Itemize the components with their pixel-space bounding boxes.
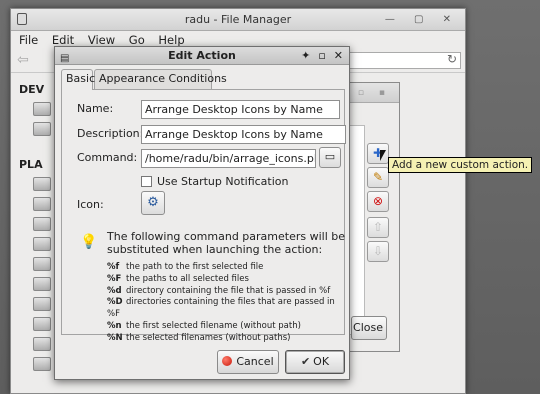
cancel-icon [222, 356, 233, 366]
param-code: %n [107, 320, 122, 331]
dialog-titlebar[interactable]: ▤ Edit Action ✦ ▫ ✕ [55, 47, 349, 65]
file-manager-titlebar[interactable]: radu - File Manager — ▢ ✕ [11, 9, 465, 31]
ok-check-icon: ✔ [300, 355, 311, 368]
dialog-window-controls: ✦ ▫ ✕ [293, 47, 343, 65]
sidebar-places-header: PLA [19, 158, 43, 171]
close-icon[interactable]: ✕ [334, 49, 343, 62]
icon-label: Icon: [77, 198, 104, 211]
param-code: %f [107, 262, 120, 272]
command-field[interactable]: /home/radu/bin/arrage_icons.pl [141, 149, 316, 168]
dialog-app-icon: ▤ [60, 53, 70, 64]
param-code: %D [107, 297, 123, 308]
param-desc: directories containing the files that ar… [107, 297, 335, 320]
sidebar-devices-header: DEV [19, 83, 45, 96]
file-manager-title: radu - File Manager [184, 13, 292, 26]
parameter-row: %D directories containing the files that … [107, 297, 344, 321]
edit-action-dialog: ▤ Edit Action ✦ ▫ ✕ Basic Appearance Condi… [54, 46, 350, 380]
param-code: %N [107, 332, 123, 343]
mouse-cursor-icon [380, 150, 386, 161]
ok-button[interactable]: ✔ OK [285, 350, 345, 374]
move-down-icon[interactable]: ⇩ [367, 241, 389, 262]
basic-tab-panel: Name: Arrange Desktop Icons by Name Desc… [61, 89, 346, 343]
param-desc: the paths to all selected files [126, 273, 249, 284]
back-arrow-icon[interactable]: ⇦ [17, 52, 29, 68]
icon-chooser-button[interactable]: ⚙ [141, 191, 165, 215]
folder-icon[interactable] [33, 277, 51, 291]
file-manager-app-icon [17, 13, 27, 25]
folder-icon[interactable] [33, 337, 51, 351]
param-code: %F [107, 273, 122, 284]
parameter-row: %n the first selected filename (without p… [107, 321, 344, 333]
move-up-icon[interactable]: ⇧ [367, 217, 389, 238]
dialog-title: Edit Action [168, 49, 236, 62]
home-folder-icon[interactable] [33, 177, 51, 191]
drive-icon[interactable] [33, 102, 51, 116]
folder-icon[interactable] [33, 237, 51, 251]
folder-icon[interactable] [33, 197, 51, 211]
info-text: The following command parameters will be… [107, 230, 346, 256]
checkbox-box[interactable] [141, 176, 152, 187]
param-desc: the selected filenames (without paths) [126, 332, 291, 343]
window-controls[interactable]: — ▢ ✕ [385, 9, 459, 31]
description-field[interactable]: Arrange Desktop Icons by Name [141, 125, 346, 144]
folder-icon[interactable] [33, 357, 51, 371]
folder-icon[interactable] [33, 317, 51, 331]
ok-label: OK [313, 355, 330, 368]
param-desc: directory containing the file that is pa… [126, 285, 331, 296]
folder-icon[interactable] [33, 297, 51, 311]
maximize-icon[interactable]: ▫ [318, 49, 325, 62]
param-desc: the first selected filename (without pat… [126, 320, 301, 331]
parameter-row: %F the paths to all selected files [107, 274, 344, 286]
description-label: Description: [77, 127, 144, 140]
menu-go[interactable]: Go [129, 33, 145, 47]
parameter-row: %N the selected filenames (without paths) [107, 333, 344, 345]
info-bulb-icon: 💡 [80, 234, 98, 250]
delete-action-icon[interactable]: ⊗ [367, 191, 389, 212]
tab-appearance-conditions[interactable]: Appearance Conditions [94, 69, 227, 89]
reload-icon[interactable]: ↻ [447, 52, 457, 66]
folder-icon[interactable] [33, 257, 51, 271]
browse-folder-icon[interactable]: ▭ [319, 147, 341, 168]
param-desc: the path to the first selected file [126, 262, 264, 272]
cancel-label: Cancel [236, 355, 274, 368]
name-field[interactable]: Arrange Desktop Icons by Name [141, 100, 340, 119]
cancel-button[interactable]: Cancel [217, 350, 279, 374]
menu-view[interactable]: View [88, 33, 115, 47]
drive-icon[interactable] [33, 122, 51, 136]
trash-icon[interactable] [33, 217, 51, 231]
pin-icon[interactable]: ✦ [301, 49, 310, 62]
parameters-list: %f the path to the first selected file %F… [107, 262, 344, 345]
startup-notification-checkbox[interactable]: Use Startup Notification [141, 175, 288, 188]
sidebar: DEV PLA [17, 81, 53, 389]
param-code: %d [107, 285, 122, 296]
menu-edit[interactable]: Edit [52, 33, 74, 47]
tab-basic[interactable]: Basic [61, 69, 95, 90]
location-bar[interactable] [341, 52, 461, 69]
tooltip: Add a new custom action. [388, 157, 533, 173]
parameter-row: %f the path to the first selected file [107, 262, 344, 274]
close-button[interactable]: Close [351, 316, 387, 340]
startup-notification-label: Use Startup Notification [157, 175, 289, 188]
menu-file[interactable]: File [19, 33, 38, 47]
parameter-row: %d directory containing the file that is … [107, 286, 344, 298]
menu-help[interactable]: Help [158, 33, 184, 47]
name-label: Name: [77, 102, 114, 115]
command-label: Command: [77, 151, 138, 164]
edit-action-icon[interactable]: ✎ [367, 167, 389, 188]
